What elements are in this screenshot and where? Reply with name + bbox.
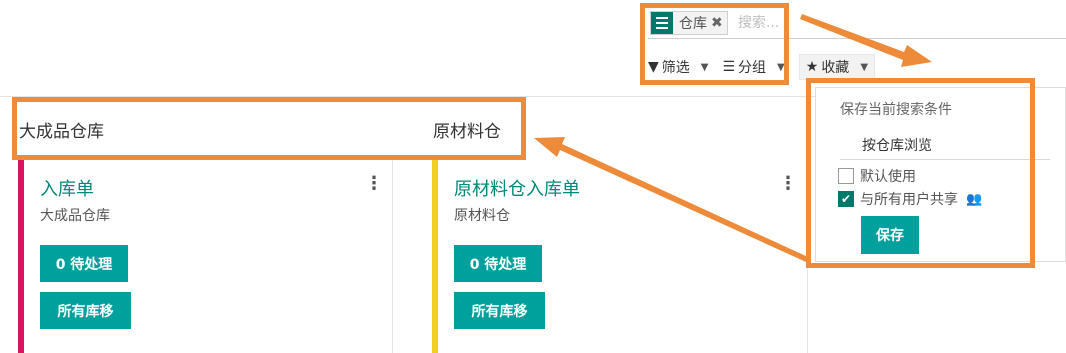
card-title[interactable]: 原材料仓入库单 bbox=[454, 175, 580, 201]
vertical-dots-icon[interactable]: ⋮ bbox=[779, 173, 797, 194]
card-color-bar bbox=[432, 159, 438, 353]
column-divider bbox=[392, 160, 393, 353]
vertical-dots-icon[interactable]: ⋮ bbox=[365, 173, 383, 194]
kanban-card-raw-receipts[interactable]: 原材料仓入库单 原材料仓 ⋮ 0 待处理 所有库移 bbox=[432, 159, 807, 353]
highlight-box-favorites bbox=[806, 78, 1035, 268]
card-subtitle: 大成品仓库 bbox=[40, 208, 110, 224]
card-subtitle: 原材料仓 bbox=[454, 208, 510, 224]
caret-down-icon: ▼ bbox=[860, 61, 869, 73]
highlight-box-search bbox=[640, 3, 789, 85]
all-moves-button[interactable]: 所有库移 bbox=[40, 292, 131, 329]
todo-button[interactable]: 0 待处理 bbox=[454, 245, 542, 282]
kanban-card-receipts[interactable]: 入库单 大成品仓库 ⋮ 0 待处理 所有库移 bbox=[18, 159, 392, 353]
star-icon: ★ bbox=[805, 59, 819, 75]
card-color-bar bbox=[18, 159, 24, 353]
todo-button[interactable]: 0 待处理 bbox=[40, 245, 128, 282]
favorites-label: 收藏 bbox=[821, 60, 850, 76]
all-moves-button[interactable]: 所有库移 bbox=[454, 292, 545, 329]
favorites-button[interactable]: ★ 收藏 ▼ bbox=[798, 54, 876, 80]
card-title[interactable]: 入库单 bbox=[40, 175, 94, 201]
highlight-box-columns bbox=[12, 97, 526, 160]
